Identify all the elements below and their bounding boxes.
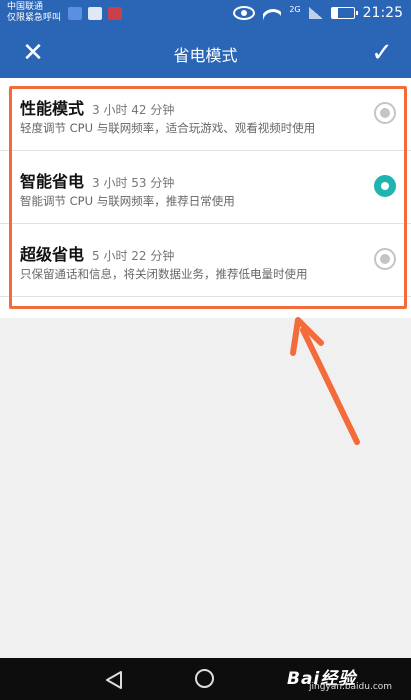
watermark-url: jingyan.baidu.com	[309, 682, 393, 692]
watermark: Bai经验 jingyan.baidu.com	[287, 664, 405, 696]
annotation-arrow-icon	[290, 317, 360, 445]
home-icon[interactable]	[195, 669, 214, 688]
back-icon[interactable]	[104, 670, 124, 690]
navigation-bar: Bai经验 jingyan.baidu.com	[0, 658, 411, 700]
